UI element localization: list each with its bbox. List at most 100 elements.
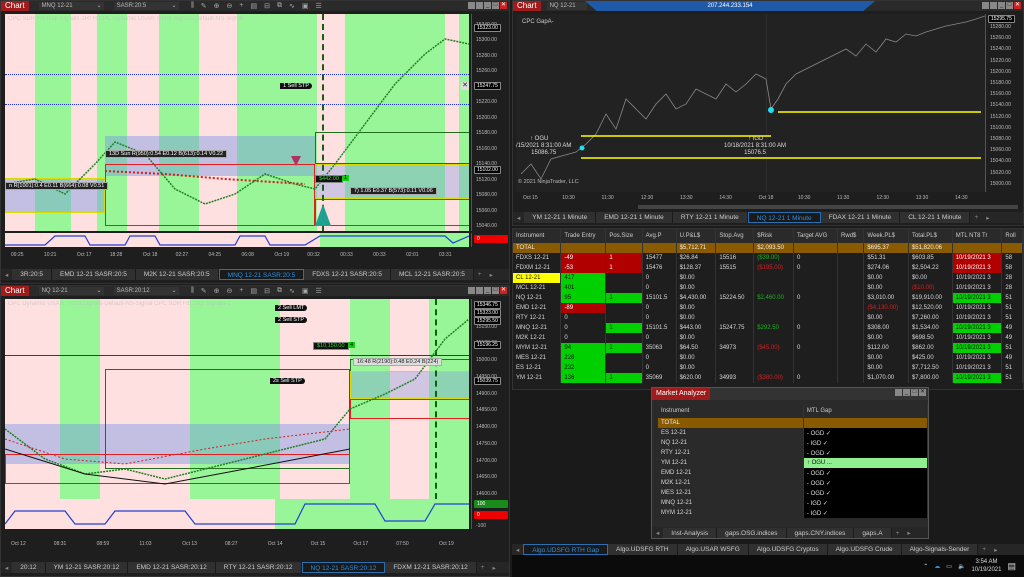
column-header[interactable]: $Risk	[753, 229, 795, 243]
table-row[interactable]: ES 12-21 232 0 $0.00 $0.00 $7,712.50 10/19/202…	[513, 363, 1023, 373]
sell-stop-order[interactable]: 2s Sell STP	[270, 378, 305, 384]
sell-stop-order[interactable]: 1 Sell STP	[280, 83, 312, 89]
properties-icon[interactable]: ▤	[251, 287, 258, 295]
pencil-icon[interactable]: ✎	[201, 2, 207, 10]
pin-icon[interactable]	[982, 2, 989, 9]
tab[interactable]: RTY 12-21 1 Minute	[672, 212, 748, 223]
data-box-icon[interactable]: ▣	[302, 287, 309, 295]
tab[interactable]: gaps.A	[854, 527, 892, 538]
column-header[interactable]: Instrument	[658, 404, 804, 418]
sell-stop-order[interactable]: 2 Sell STP	[275, 317, 307, 323]
column-header[interactable]: MTL NT8 Tr	[952, 229, 1003, 243]
properties-icon[interactable]: ▤	[251, 2, 258, 10]
scroll-right-icon[interactable]: ▸	[903, 529, 914, 537]
table-row[interactable]: M2K 12-21 0 0 $0.00 $0.00 $698.50 10/19/2021 3…	[513, 333, 1023, 343]
table-row[interactable]: MYM 12-21 94 1 35063 $64.50 34973 ($45.00) 0 $11…	[513, 343, 1023, 353]
table-row[interactable]: CL 12-21 417 0 $0.00 $0.00 $0.00 10/19/2021 32…	[513, 273, 1023, 283]
table-row[interactable]: FDXS 12-21 -49 1 15477 $26.84 15516 ($39.00) 0 $…	[513, 253, 1023, 263]
scroll-right-icon[interactable]: ▸	[990, 546, 1001, 554]
close-icon[interactable]: ✕	[500, 287, 507, 294]
table-row[interactable]: YM 12-21 136 1 35069 $620.00 34993 ($380.00) 0 $…	[513, 373, 1023, 383]
tab[interactable]: MCL 12-21 SASR:20:5	[390, 269, 474, 280]
instrument-selector[interactable]: NQ 12-21 ⌄	[38, 287, 104, 295]
price-panel[interactable]: 13D Sun R(950):0.54 E0.12 B(613):0.14 V0…	[5, 14, 469, 231]
tab[interactable]: 3R:20:5	[12, 269, 53, 280]
scroll-right-icon[interactable]: ▸	[489, 564, 500, 572]
add-tab-icon[interactable]: +	[477, 564, 489, 571]
position-pnl[interactable]: $442.00	[315, 175, 343, 183]
table-row[interactable]: NQ 12-21- IGD ✓	[658, 438, 928, 448]
minimize-icon[interactable]: _	[903, 389, 910, 396]
data-box-icon[interactable]: ▣	[302, 2, 309, 10]
column-header[interactable]: Stop.Avg	[715, 229, 755, 243]
scroll-right-icon[interactable]: ▸	[486, 271, 497, 279]
close-icon[interactable]: ✕	[500, 2, 507, 9]
table-row[interactable]: M2K 12-21- OGD ✓	[658, 478, 928, 488]
add-tab-icon[interactable]: +	[978, 546, 990, 553]
tab[interactable]: M2K 12-21 SASR:20:5	[135, 269, 219, 280]
zoom-in-icon[interactable]: ⊕	[214, 287, 220, 295]
tab[interactable]: EMD 12-21 1 Minute	[596, 212, 673, 223]
tab[interactable]: Inst-Analysis	[663, 527, 718, 538]
add-tab-icon[interactable]: +	[970, 214, 982, 221]
table-row[interactable]: NQ 12-21 95 1 15101.5 $4,430.00 15224.50 $2,46…	[513, 293, 1023, 303]
chart-menu-button[interactable]: Chart	[513, 1, 541, 11]
add-tab-icon[interactable]: +	[474, 271, 486, 278]
pencil-icon[interactable]: ✎	[201, 287, 207, 295]
scroll-left-icon[interactable]: ◂	[512, 546, 523, 554]
bars-icon[interactable]: ⫼	[191, 287, 194, 295]
chart-menu-button[interactable]: Chart	[1, 286, 29, 296]
column-header[interactable]: Target AVG	[793, 229, 839, 243]
maximize-icon[interactable]: □	[911, 389, 918, 396]
chevron-up-icon[interactable]: ⌃	[923, 563, 928, 570]
table-row[interactable]: MES 12-21- OGD ✓	[658, 488, 928, 498]
table-row[interactable]: RTY 12-21 0 0 $0.00 $0.00 $7,260.00 10/19/2021…	[513, 313, 1023, 323]
clock[interactable]: 3:54 AM 10/19/2021	[971, 558, 1001, 574]
column-header[interactable]: Roll	[1001, 229, 1023, 243]
sell-limit-order[interactable]: 2 Sell LMT	[275, 305, 308, 311]
indicators-icon[interactable]: ∿	[289, 2, 295, 10]
price-axis[interactable]: 15280.00 15260.00 15240.00 15220.00 15200.00…	[985, 14, 1023, 192]
template-selector[interactable]: SASR:20:5 ⌄	[113, 2, 179, 10]
column-header[interactable]: Trade Entry	[560, 229, 607, 243]
tab[interactable]: FDXS 12-21 SASR:20:5	[304, 269, 391, 280]
table-row[interactable]: RTY 12-21- OGD ✓	[658, 448, 928, 458]
zoom-out-icon[interactable]: ⊖	[227, 2, 233, 10]
table-row[interactable]: MNQ 12-21 0 1 15101.5 $443.00 15247.75 $292.50…	[513, 323, 1023, 333]
tab[interactable]: CL 12-21 1 Minute	[900, 212, 971, 223]
maximize-icon[interactable]: □	[492, 2, 499, 9]
pin-icon[interactable]	[468, 287, 475, 294]
price-panel[interactable]: CPC GapA- ↑ OGU /15/2021 8:31:00 AM 1508…	[516, 14, 985, 192]
tab[interactable]: Algo.UDSFG RTH	[607, 544, 678, 555]
notifications-icon[interactable]: ▤	[1007, 561, 1016, 572]
maximize-icon[interactable]: □	[492, 287, 499, 294]
template-selector[interactable]: SASR:20:12 ⌄	[113, 287, 179, 295]
price-axis[interactable]: 15340.0015300.0015280.0015260.0015240.00…	[471, 14, 509, 231]
minimize-icon[interactable]: _	[998, 2, 1005, 9]
instrument-selector[interactable]: MNQ 12-21 ⌄	[38, 2, 104, 10]
tab[interactable]: FDAX 12-21 1 Minute	[820, 212, 901, 223]
pin-icon[interactable]	[895, 389, 902, 396]
scroll-left-icon[interactable]: ◂	[513, 214, 524, 222]
price-panel[interactable]: 2 Sell LMT 2 Sell STP 2s Sell STP $10,15…	[5, 299, 469, 499]
add-tab-icon[interactable]: +	[892, 530, 904, 537]
tab[interactable]: EMD 12-21 SASR:20:5	[52, 269, 136, 280]
scroll-left-icon[interactable]: ◂	[1, 564, 12, 572]
tab[interactable]: Algo.UDSFG Cryptos	[748, 544, 828, 555]
table-row[interactable]: MES 12-21 228 0 $0.00 $0.00 $425.00 10/19/2021…	[513, 353, 1023, 363]
crosshair-icon[interactable]: +	[239, 287, 243, 295]
remote-session-bar[interactable]: 207.244.233.154	[585, 1, 875, 11]
maximize-icon[interactable]: □	[1006, 2, 1013, 9]
tab[interactable]: EMD 12-21 SASR:20:12	[128, 562, 216, 573]
link-icon[interactable]	[990, 2, 997, 9]
zoom-in-icon[interactable]: ⊕	[214, 2, 220, 10]
instrument-selector[interactable]: NQ 12-21	[546, 2, 587, 10]
link-icon[interactable]	[476, 2, 483, 9]
templates-icon[interactable]: ⊟	[264, 2, 270, 10]
bars-icon[interactable]: ⫼	[191, 2, 194, 10]
minimize-icon[interactable]: _	[484, 287, 491, 294]
horizontal-scrollbar[interactable]	[638, 205, 1018, 209]
scroll-right-icon[interactable]: ▸	[982, 214, 993, 222]
tab[interactable]: Algo.USAR WSFG	[677, 544, 749, 555]
scroll-left-icon[interactable]: ◂	[652, 529, 663, 537]
